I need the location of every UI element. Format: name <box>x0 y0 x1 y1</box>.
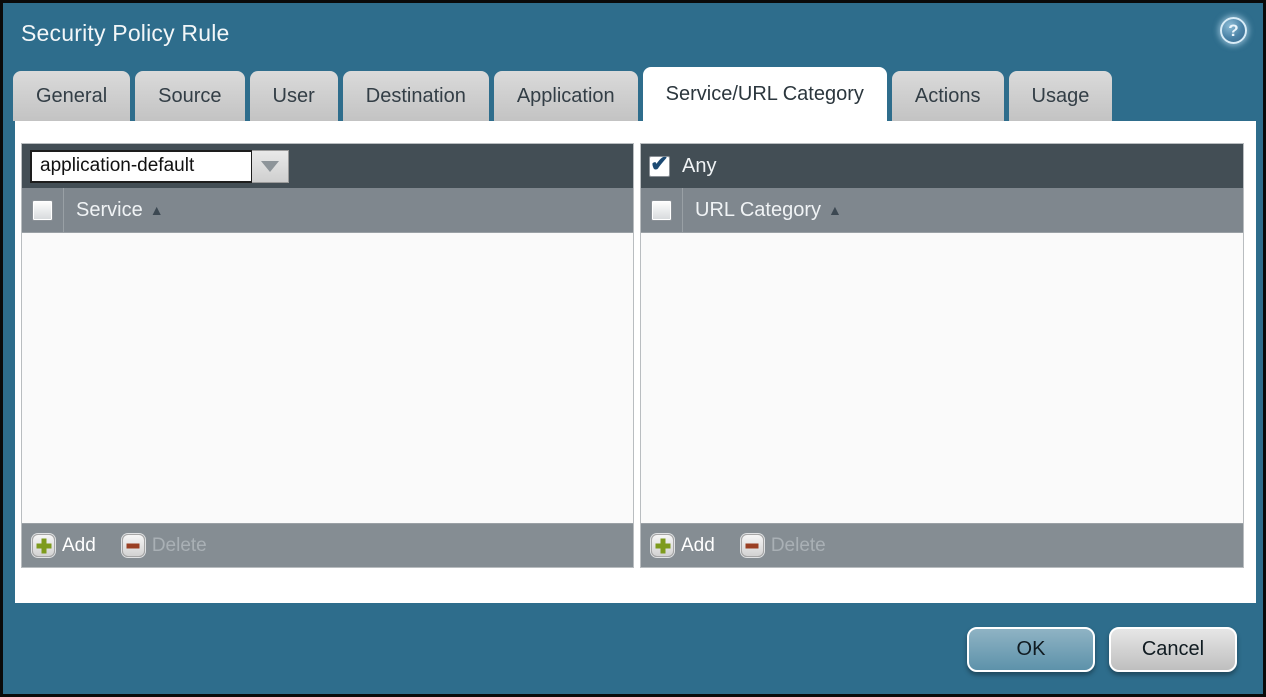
service-column-header: Service ▲ <box>22 188 633 233</box>
dialog-action-row: OK Cancel <box>967 627 1237 672</box>
service-panel: Service ▲ Add Delete <box>21 143 634 568</box>
service-add-label: Add <box>62 535 96 557</box>
tab-service-url-category[interactable]: Service/URL Category <box>643 67 887 121</box>
tab-source[interactable]: Source <box>135 71 244 121</box>
url-category-any-label: Any <box>682 155 716 178</box>
service-select-all-cell <box>22 188 64 232</box>
url-category-any-checkbox[interactable]: ✔ <box>649 156 670 177</box>
url-category-add-label: Add <box>681 535 715 557</box>
tab-destination[interactable]: Destination <box>343 71 489 121</box>
add-icon <box>32 534 55 557</box>
service-add-button[interactable]: Add <box>32 534 96 557</box>
service-delete-button[interactable]: Delete <box>122 534 207 557</box>
tab-application[interactable]: Application <box>494 71 638 121</box>
tab-user[interactable]: User <box>250 71 338 121</box>
url-category-panel: ✔ Any URL Category ▲ Add Delete <box>640 143 1244 568</box>
checkmark-icon: ✔ <box>650 153 668 175</box>
delete-icon <box>122 534 145 557</box>
sort-ascending-icon[interactable]: ▲ <box>150 202 164 218</box>
tab-general[interactable]: General <box>13 71 130 121</box>
url-category-column-header: URL Category ▲ <box>641 188 1243 233</box>
service-delete-label: Delete <box>152 535 207 557</box>
service-type-dropdown-button[interactable] <box>252 150 289 183</box>
chevron-down-icon <box>261 161 279 172</box>
url-category-panel-footer: Add Delete <box>641 523 1243 567</box>
dialog-title: Security Policy Rule <box>21 20 230 47</box>
service-type-bar <box>22 144 633 188</box>
url-category-select-all-checkbox[interactable] <box>651 200 672 221</box>
url-category-list[interactable] <box>641 233 1243 523</box>
url-category-select-all-cell <box>641 188 683 232</box>
tab-actions[interactable]: Actions <box>892 71 1004 121</box>
service-list[interactable] <box>22 233 633 523</box>
service-select-all-checkbox[interactable] <box>32 200 53 221</box>
dialog-body: Service ▲ Add Delete ✔ Any <box>15 121 1256 603</box>
url-category-add-button[interactable]: Add <box>651 534 715 557</box>
service-column-label[interactable]: Service <box>76 199 143 222</box>
tab-usage[interactable]: Usage <box>1009 71 1113 121</box>
url-category-delete-label: Delete <box>771 535 826 557</box>
service-panel-footer: Add Delete <box>22 523 633 567</box>
help-icon[interactable]: ? <box>1220 17 1247 44</box>
delete-icon <box>741 534 764 557</box>
tab-bar: General Source User Destination Applicat… <box>13 67 1112 121</box>
sort-ascending-icon[interactable]: ▲ <box>828 202 842 218</box>
cancel-button[interactable]: Cancel <box>1109 627 1237 672</box>
add-icon <box>651 534 674 557</box>
url-category-delete-button[interactable]: Delete <box>741 534 826 557</box>
ok-button[interactable]: OK <box>967 627 1095 672</box>
service-type-input[interactable] <box>30 150 252 183</box>
url-category-column-label[interactable]: URL Category <box>695 199 821 222</box>
titlebar: Security Policy Rule ? <box>3 3 1263 67</box>
security-policy-rule-dialog: Security Policy Rule ? General Source Us… <box>0 0 1266 697</box>
url-category-any-bar: ✔ Any <box>641 144 1243 188</box>
